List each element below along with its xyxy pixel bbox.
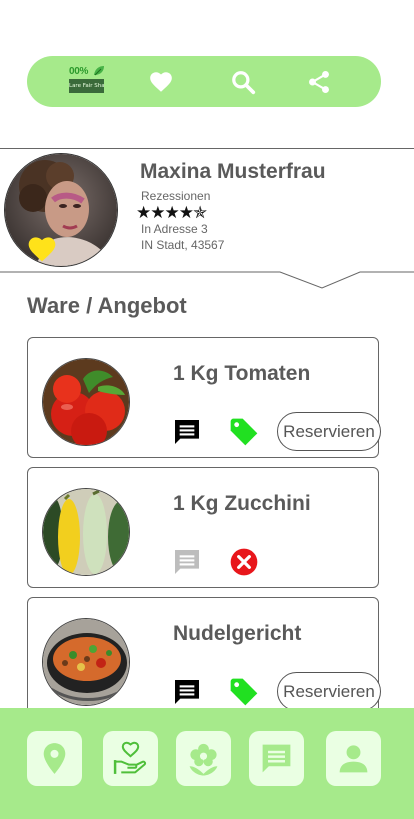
logo-text: Lare Fair Share [69,79,104,93]
product-title: Nudelgericht [173,622,302,645]
search-icon[interactable] [230,69,256,95]
divider [0,148,414,149]
donate-heart-hand-icon [113,741,146,774]
nav-profile[interactable] [326,731,381,786]
user-icon [339,745,368,773]
product-title: 1 Kg Tomaten [173,362,311,385]
top-toolbar: 00% Lare Fair Share [27,56,381,107]
address-line-2: IN Stadt, 43567 [141,238,225,252]
chat-icon [262,744,291,773]
section-title: Ware / Angebot [27,293,187,318]
heart-icon[interactable] [148,69,174,95]
price-tag-icon[interactable] [228,676,260,708]
offer-card[interactable]: Nudelgericht Reservieren [27,597,381,718]
chat-icon-disabled [175,550,199,574]
chat-icon[interactable] [171,676,203,708]
reviews-link[interactable]: Rezessionen [141,189,210,203]
nav-garden[interactable] [176,731,231,786]
location-pin-icon [43,743,66,774]
logo-percent: 00% [69,66,89,77]
bottom-navigation [0,708,414,819]
favorite-heart-icon[interactable] [26,233,58,263]
chat-icon[interactable] [171,416,203,448]
unavailable-x-icon [230,548,258,576]
nav-chat[interactable] [249,731,304,786]
product-image-zucchini [42,488,130,576]
reserve-button[interactable]: Reservieren [277,672,381,711]
offer-card[interactable]: 1 Kg Tomaten Reservieren [27,337,381,458]
product-image-tomatoes [42,358,130,446]
share-icon[interactable] [306,69,332,95]
address-line-1: In Adresse 3 [141,222,208,236]
brand-logo[interactable]: 00% Lare Fair Share [69,66,105,96]
leaf-icon [94,66,104,76]
flower-icon [189,743,218,776]
rating-stars: ★★★★✯ [136,203,207,222]
nav-map[interactable] [27,731,82,786]
profile-divider-pointer [0,271,414,289]
product-title: 1 Kg Zucchini [173,492,311,515]
product-image-pasta [42,618,130,706]
offer-card[interactable]: 1 Kg Zucchini [27,467,379,588]
profile-address: In Adresse 3 IN Stadt, 43567 [141,221,224,253]
avatar[interactable] [4,153,118,267]
price-tag-icon[interactable] [228,416,260,448]
nav-donate[interactable] [103,731,158,786]
profile-name: Maxina Musterfrau [140,160,326,183]
reserve-button[interactable]: Reservieren [277,412,381,451]
